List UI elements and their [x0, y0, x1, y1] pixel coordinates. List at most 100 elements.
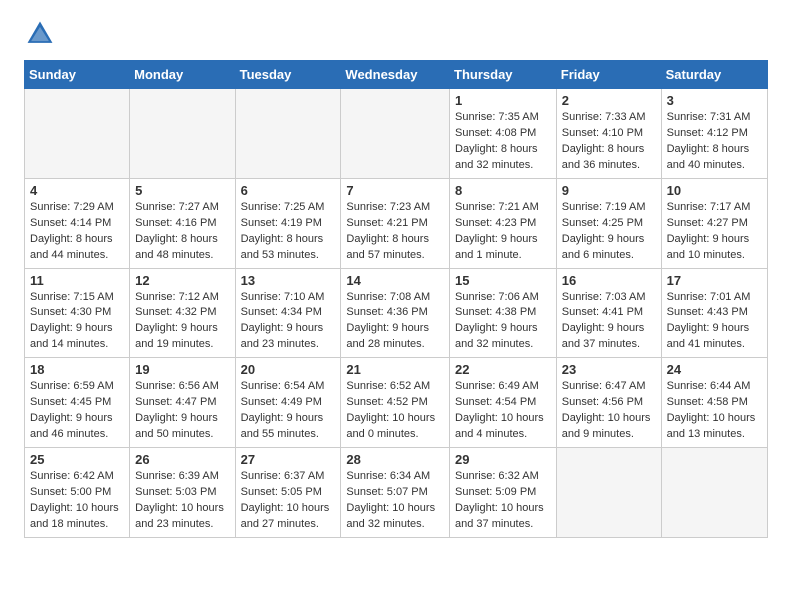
logo	[24, 18, 60, 50]
day-info: Sunrise: 6:52 AM Sunset: 4:52 PM Dayligh…	[346, 379, 444, 443]
table-row: 11 Sunrise: 7:15 AM Sunset: 4:30 PM Dayli…	[25, 268, 130, 358]
day-info: Sunrise: 6:47 AM Sunset: 4:56 PM Dayligh…	[562, 379, 656, 443]
day-number: 13	[241, 273, 336, 288]
calendar-week-row: 4 Sunrise: 7:29 AM Sunset: 4:14 PM Daylig…	[25, 178, 768, 268]
day-number: 2	[562, 93, 656, 108]
table-row	[661, 448, 767, 538]
logo-icon	[24, 18, 56, 50]
day-info: Sunrise: 7:33 AM Sunset: 4:10 PM Dayligh…	[562, 110, 656, 174]
day-number: 7	[346, 183, 444, 198]
table-row: 7 Sunrise: 7:23 AM Sunset: 4:21 PM Daylig…	[341, 178, 450, 268]
day-info: Sunrise: 6:44 AM Sunset: 4:58 PM Dayligh…	[667, 379, 762, 443]
table-row: 10Sunrise: 7:17 AM Sunset: 4:27 PM Dayli…	[661, 178, 767, 268]
calendar-header: SundayMondayTuesdayWednesdayThursdayFrid…	[25, 61, 768, 89]
day-number: 1	[455, 93, 551, 108]
day-number: 21	[346, 362, 444, 377]
weekday-header: Friday	[556, 61, 661, 89]
table-row	[130, 89, 235, 179]
table-row	[556, 448, 661, 538]
day-info: Sunrise: 6:42 AM Sunset: 5:00 PM Dayligh…	[30, 469, 124, 533]
day-number: 8	[455, 183, 551, 198]
calendar-wrap: SundayMondayTuesdayWednesdayThursdayFrid…	[0, 60, 792, 550]
table-row: 17 Sunrise: 7:01 AM Sunset: 4:43 PM Dayli…	[661, 268, 767, 358]
table-row: 18 Sunrise: 6:59 AM Sunset: 4:45 PM Dayli…	[25, 358, 130, 448]
table-row: 27 Sunrise: 6:37 AM Sunset: 5:05 PM Dayli…	[235, 448, 341, 538]
calendar-week-row: 11 Sunrise: 7:15 AM Sunset: 4:30 PM Dayli…	[25, 268, 768, 358]
table-row: 15 Sunrise: 7:06 AM Sunset: 4:38 PM Dayli…	[450, 268, 557, 358]
day-number: 17	[667, 273, 762, 288]
calendar-week-row: 18 Sunrise: 6:59 AM Sunset: 4:45 PM Dayli…	[25, 358, 768, 448]
table-row: 20Sunrise: 6:54 AM Sunset: 4:49 PM Dayli…	[235, 358, 341, 448]
table-row: 21 Sunrise: 6:52 AM Sunset: 4:52 PM Dayli…	[341, 358, 450, 448]
day-info: Sunrise: 6:39 AM Sunset: 5:03 PM Dayligh…	[135, 469, 229, 533]
page-header	[0, 0, 792, 60]
day-info: Sunrise: 7:35 AM Sunset: 4:08 PM Dayligh…	[455, 110, 551, 174]
day-number: 12	[135, 273, 229, 288]
weekday-header: Tuesday	[235, 61, 341, 89]
day-info: Sunrise: 7:08 AM Sunset: 4:36 PM Dayligh…	[346, 290, 444, 354]
day-info: Sunrise: 7:06 AM Sunset: 4:38 PM Dayligh…	[455, 290, 551, 354]
day-number: 28	[346, 452, 444, 467]
table-row: 1 Sunrise: 7:35 AM Sunset: 4:08 PM Daylig…	[450, 89, 557, 179]
table-row	[235, 89, 341, 179]
day-number: 18	[30, 362, 124, 377]
table-row: 12 Sunrise: 7:12 AM Sunset: 4:32 PM Dayli…	[130, 268, 235, 358]
day-number: 19	[135, 362, 229, 377]
table-row: 24Sunrise: 6:44 AM Sunset: 4:58 PM Dayli…	[661, 358, 767, 448]
day-number: 11	[30, 273, 124, 288]
table-row: 5 Sunrise: 7:27 AM Sunset: 4:16 PM Daylig…	[130, 178, 235, 268]
day-number: 6	[241, 183, 336, 198]
day-info: Sunrise: 6:56 AM Sunset: 4:47 PM Dayligh…	[135, 379, 229, 443]
day-info: Sunrise: 7:12 AM Sunset: 4:32 PM Dayligh…	[135, 290, 229, 354]
table-row: 3Sunrise: 7:31 AM Sunset: 4:12 PM Daylig…	[661, 89, 767, 179]
day-number: 27	[241, 452, 336, 467]
day-number: 26	[135, 452, 229, 467]
table-row: 4 Sunrise: 7:29 AM Sunset: 4:14 PM Daylig…	[25, 178, 130, 268]
weekday-header: Thursday	[450, 61, 557, 89]
day-info: Sunrise: 7:31 AM Sunset: 4:12 PM Dayligh…	[667, 110, 762, 174]
day-info: Sunrise: 7:15 AM Sunset: 4:30 PM Dayligh…	[30, 290, 124, 354]
table-row: 9 Sunrise: 7:19 AM Sunset: 4:25 PM Daylig…	[556, 178, 661, 268]
day-number: 9	[562, 183, 656, 198]
table-row: 19 Sunrise: 6:56 AM Sunset: 4:47 PM Dayli…	[130, 358, 235, 448]
table-row: 29 Sunrise: 6:32 AM Sunset: 5:09 PM Dayli…	[450, 448, 557, 538]
day-info: Sunrise: 6:32 AM Sunset: 5:09 PM Dayligh…	[455, 469, 551, 533]
day-info: Sunrise: 7:01 AM Sunset: 4:43 PM Dayligh…	[667, 290, 762, 354]
day-number: 15	[455, 273, 551, 288]
table-row: 14 Sunrise: 7:08 AM Sunset: 4:36 PM Dayli…	[341, 268, 450, 358]
day-info: Sunrise: 6:59 AM Sunset: 4:45 PM Dayligh…	[30, 379, 124, 443]
day-number: 16	[562, 273, 656, 288]
day-info: Sunrise: 7:21 AM Sunset: 4:23 PM Dayligh…	[455, 200, 551, 264]
day-number: 20	[241, 362, 336, 377]
day-number: 29	[455, 452, 551, 467]
table-row	[341, 89, 450, 179]
calendar-week-row: 1 Sunrise: 7:35 AM Sunset: 4:08 PM Daylig…	[25, 89, 768, 179]
day-number: 4	[30, 183, 124, 198]
day-number: 14	[346, 273, 444, 288]
day-info: Sunrise: 7:25 AM Sunset: 4:19 PM Dayligh…	[241, 200, 336, 264]
day-info: Sunrise: 6:37 AM Sunset: 5:05 PM Dayligh…	[241, 469, 336, 533]
day-info: Sunrise: 6:49 AM Sunset: 4:54 PM Dayligh…	[455, 379, 551, 443]
table-row: 22Sunrise: 6:49 AM Sunset: 4:54 PM Dayli…	[450, 358, 557, 448]
day-number: 25	[30, 452, 124, 467]
calendar-body: 1 Sunrise: 7:35 AM Sunset: 4:08 PM Daylig…	[25, 89, 768, 538]
table-row: 13Sunrise: 7:10 AM Sunset: 4:34 PM Dayli…	[235, 268, 341, 358]
table-row: 2 Sunrise: 7:33 AM Sunset: 4:10 PM Daylig…	[556, 89, 661, 179]
calendar-week-row: 25 Sunrise: 6:42 AM Sunset: 5:00 PM Dayli…	[25, 448, 768, 538]
table-row: 16Sunrise: 7:03 AM Sunset: 4:41 PM Dayli…	[556, 268, 661, 358]
calendar-table: SundayMondayTuesdayWednesdayThursdayFrid…	[24, 60, 768, 538]
day-info: Sunrise: 7:19 AM Sunset: 4:25 PM Dayligh…	[562, 200, 656, 264]
day-info: Sunrise: 7:29 AM Sunset: 4:14 PM Dayligh…	[30, 200, 124, 264]
day-info: Sunrise: 6:34 AM Sunset: 5:07 PM Dayligh…	[346, 469, 444, 533]
table-row: 28 Sunrise: 6:34 AM Sunset: 5:07 PM Dayli…	[341, 448, 450, 538]
day-info: Sunrise: 7:23 AM Sunset: 4:21 PM Dayligh…	[346, 200, 444, 264]
table-row	[25, 89, 130, 179]
table-row: 23 Sunrise: 6:47 AM Sunset: 4:56 PM Dayli…	[556, 358, 661, 448]
day-number: 5	[135, 183, 229, 198]
table-row: 26 Sunrise: 6:39 AM Sunset: 5:03 PM Dayli…	[130, 448, 235, 538]
day-number: 23	[562, 362, 656, 377]
weekday-header: Sunday	[25, 61, 130, 89]
day-info: Sunrise: 7:27 AM Sunset: 4:16 PM Dayligh…	[135, 200, 229, 264]
weekday-header: Monday	[130, 61, 235, 89]
day-number: 10	[667, 183, 762, 198]
